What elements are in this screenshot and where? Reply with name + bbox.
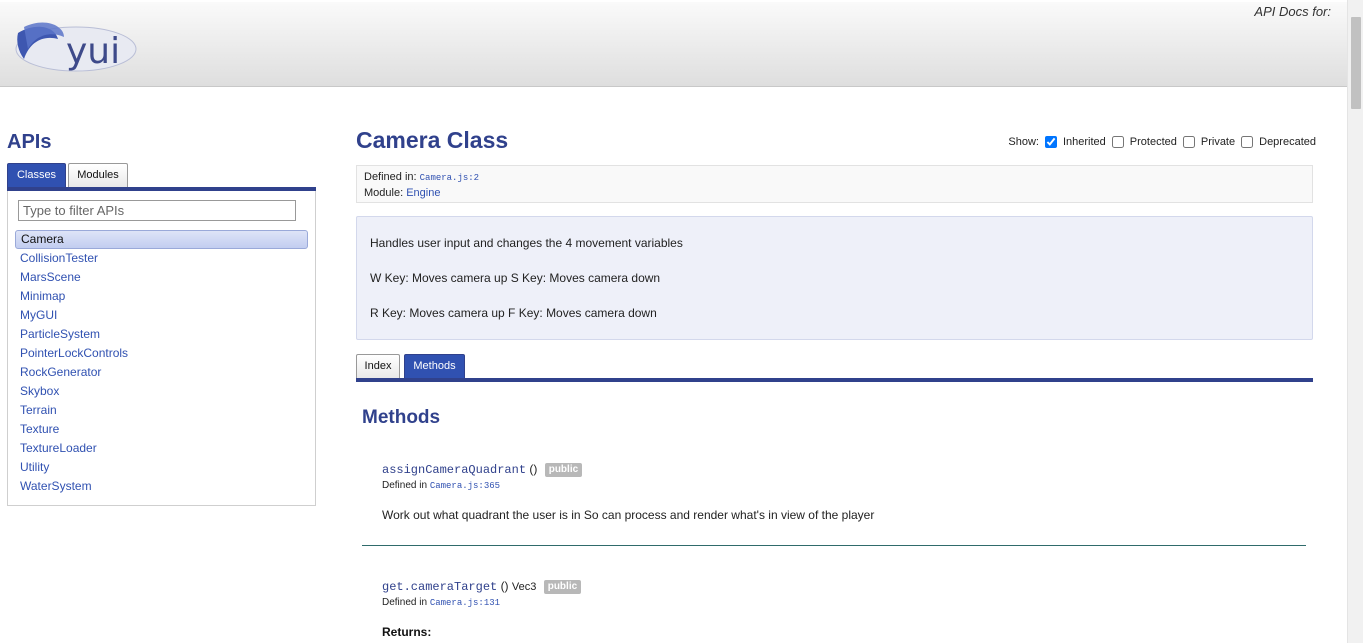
show-label: Show:	[1008, 136, 1039, 148]
inherited-checkbox[interactable]	[1044, 136, 1057, 148]
returns-label: Returns:	[382, 625, 432, 639]
protected-label: Protected	[1129, 136, 1177, 148]
description-line: Handles user input and changes the 4 mov…	[370, 236, 683, 250]
class-item-particlesystem[interactable]: ParticleSystem	[15, 325, 308, 344]
defined-in-row: Defined in: Camera.js:2	[364, 170, 1305, 186]
class-item-textureloader[interactable]: TextureLoader	[15, 439, 308, 458]
class-title: Camera Class	[356, 127, 509, 153]
class-item-minimap[interactable]: Minimap	[15, 287, 308, 306]
method-defined-label: Defined in	[382, 597, 428, 608]
filter-apis-input[interactable]	[18, 200, 296, 221]
tab-methods[interactable]: Methods	[404, 354, 465, 379]
deprecated-option[interactable]: Deprecated	[1241, 136, 1316, 148]
deprecated-checkbox[interactable]	[1241, 136, 1254, 148]
class-item-skybox[interactable]: Skybox	[15, 382, 308, 401]
method-name[interactable]: get.cameraTarget	[382, 580, 497, 594]
class-item-marsscene[interactable]: MarsScene	[15, 268, 308, 287]
tab-index[interactable]: Index	[356, 354, 400, 379]
class-description: Handles user input and changes the 4 mov…	[356, 216, 1313, 340]
method-defined-label: Defined in	[382, 480, 428, 491]
public-badge: public	[543, 580, 582, 594]
api-docs-label: API Docs for:	[1254, 4, 1331, 19]
main-tab-underline	[356, 378, 1313, 382]
method-defined-link[interactable]: Camera.js:131	[430, 598, 500, 608]
private-label: Private	[1200, 136, 1236, 148]
description-line: W Key: Moves camera up S Key: Moves came…	[370, 271, 661, 285]
svg-text:yui: yui	[66, 31, 120, 72]
method-defined-in: Defined in Camera.js:365	[382, 480, 500, 491]
class-item-pointerlockcontrols[interactable]: PointerLockControls	[15, 344, 308, 363]
method-signature: assignCameraQuadrant () public	[382, 462, 583, 477]
module-link[interactable]: Engine	[406, 187, 440, 199]
tab-modules[interactable]: Modules	[68, 163, 128, 188]
protected-option[interactable]: Protected	[1111, 136, 1177, 148]
method-divider	[362, 545, 1306, 546]
method-signature: get.cameraTarget () Vec3 public	[382, 579, 582, 594]
deprecated-label: Deprecated	[1259, 136, 1316, 148]
class-defined-info: Defined in: Camera.js:2 Module: Engine	[356, 165, 1313, 203]
inherited-option[interactable]: Inherited	[1044, 136, 1106, 148]
method-params: ()	[529, 462, 538, 476]
method-defined-link[interactable]: Camera.js:365	[430, 481, 500, 491]
protected-checkbox[interactable]	[1111, 136, 1124, 148]
class-item-utility[interactable]: Utility	[15, 458, 308, 477]
private-checkbox[interactable]	[1182, 136, 1195, 148]
private-option[interactable]: Private	[1182, 136, 1236, 148]
public-badge: public	[544, 463, 583, 477]
method-return-type: Vec3	[511, 581, 537, 593]
method-name[interactable]: assignCameraQuadrant	[382, 463, 526, 477]
class-item-terrain[interactable]: Terrain	[15, 401, 308, 420]
inherited-label: Inherited	[1062, 136, 1106, 148]
module-row: Module: Engine	[364, 186, 1305, 201]
method-description: Work out what quadrant the user is in So…	[382, 508, 875, 522]
description-line: R Key: Moves camera up F Key: Moves came…	[370, 306, 657, 320]
sidebar-title: APIs	[7, 131, 52, 153]
class-list: Camera CollisionTester MarsScene Minimap…	[15, 230, 308, 496]
class-item-rockgenerator[interactable]: RockGenerator	[15, 363, 308, 382]
class-item-watersystem[interactable]: WaterSystem	[15, 477, 308, 496]
method-defined-in: Defined in Camera.js:131	[382, 597, 500, 608]
tab-classes[interactable]: Classes	[7, 163, 66, 188]
methods-heading: Methods	[362, 407, 441, 428]
module-label: Module:	[364, 187, 404, 199]
method-params: ()	[500, 579, 509, 593]
vertical-scrollbar[interactable]	[1347, 0, 1363, 643]
class-item-collisiontester[interactable]: CollisionTester	[15, 249, 308, 268]
show-options: Show: Inherited Protected Private Deprec…	[1008, 136, 1316, 148]
scrollbar-thumb[interactable]	[1351, 17, 1361, 109]
yui-logo[interactable]: yui	[14, 19, 139, 77]
defined-in-label: Defined in:	[364, 171, 417, 183]
page-header: yui API Docs for:	[0, 2, 1347, 87]
class-item-camera[interactable]: Camera	[15, 230, 308, 249]
class-item-texture[interactable]: Texture	[15, 420, 308, 439]
class-item-mygui[interactable]: MyGUI	[15, 306, 308, 325]
defined-in-link[interactable]: Camera.js:2	[420, 173, 479, 183]
